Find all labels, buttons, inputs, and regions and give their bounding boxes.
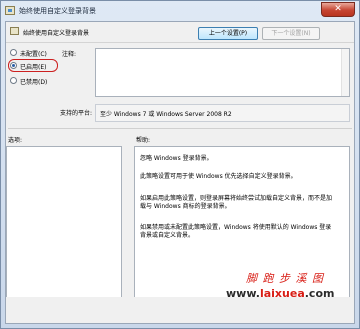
comment-textarea[interactable] bbox=[95, 48, 350, 97]
options-label: 选项: bbox=[8, 137, 23, 144]
policy-icon bbox=[5, 6, 15, 15]
radio-button[interactable] bbox=[10, 77, 17, 84]
help-label: 帮助: bbox=[136, 137, 151, 144]
watermark-url: www.laixuea.com bbox=[226, 287, 334, 300]
watermark-url-main: laixuea bbox=[259, 287, 305, 300]
radio-label: 已启用(E) bbox=[20, 64, 47, 71]
platform-field: 至少 Windows 7 或 Windows Server 2008 R2 bbox=[95, 104, 350, 122]
next-setting-button[interactable]: 下一个设置(N) bbox=[262, 27, 320, 40]
window-title: 始终使用自定义登录背景 bbox=[19, 7, 96, 15]
radio-button-checked[interactable] bbox=[10, 62, 17, 69]
watermark-url-prefix: www. bbox=[226, 287, 260, 300]
comment-label: 注释: bbox=[62, 51, 77, 58]
platform-label: 支持的平台: bbox=[60, 110, 93, 117]
platform-value: 至少 Windows 7 或 Windows Server 2008 R2 bbox=[100, 111, 232, 118]
help-paragraph: 如果禁用或未配置此策略设置，Windows 将使用默认的 Windows 登录背… bbox=[140, 224, 332, 239]
close-button[interactable]: ✕ bbox=[321, 2, 355, 17]
setting-title: 始终使用自定义登录背景 bbox=[23, 30, 90, 37]
help-paragraph: 如果启用此策略设置，则登录屏幕将始终尝试加载自定义背景，而不是加载与 Windo… bbox=[140, 195, 333, 210]
watermark-site-name: 脚 跑 步 溪 图 bbox=[246, 272, 324, 285]
radio-label: 已禁用(D) bbox=[20, 79, 48, 86]
previous-setting-button[interactable]: 上一个设置(P) bbox=[198, 27, 258, 40]
radio-label: 未配置(C) bbox=[20, 51, 47, 58]
radio-button[interactable] bbox=[10, 49, 17, 56]
policy-icon bbox=[10, 27, 19, 35]
divider bbox=[8, 128, 352, 129]
help-paragraph: 此策略设置可用于使 Windows 优先选择自定义登录背景。 bbox=[140, 173, 297, 180]
dialog-footer bbox=[6, 297, 354, 323]
comment-scrollbar[interactable] bbox=[341, 49, 349, 96]
options-panel bbox=[6, 146, 122, 303]
watermark-url-suffix: .com bbox=[304, 287, 335, 300]
close-icon: ✕ bbox=[334, 4, 342, 14]
title-bar[interactable]: 始终使用自定义登录背景 ✕ bbox=[1, 1, 359, 21]
help-paragraph: 忽略 Windows 登录背景。 bbox=[140, 155, 213, 162]
